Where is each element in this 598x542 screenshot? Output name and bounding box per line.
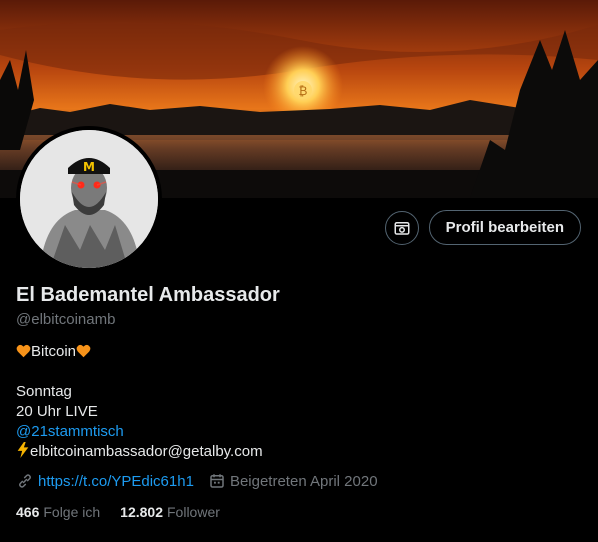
bio-line-bitcoin: Bitcoin [16,342,263,362]
following-label[interactable]: Folge ich [43,504,100,520]
bio-spacer [16,362,263,382]
profile-avatar[interactable]: M [16,126,162,272]
professional-tools-button[interactable] [384,210,419,245]
bio-mention-link[interactable]: @21stammtisch [16,422,263,442]
calendar-icon [210,474,224,488]
joined-date-item: Beigetreten April 2020 [208,472,378,490]
svg-text:M: M [83,160,95,174]
bio-bitcoin-text: Bitcoin [31,343,77,360]
profile-bio: Bitcoin Sonntag 20 Uhr LIVE @21stammtisc… [16,342,263,462]
media-tools-icon [394,221,410,235]
profile-stats: 466 Folge ich 12.802 Follower [16,504,240,520]
avatar-photo: M [20,130,158,268]
orange-heart-icon [76,344,91,358]
joined-date-text: Beigetreten April 2020 [229,472,378,490]
following-count[interactable]: 466 [16,504,39,520]
bio-lightning-address: elbitcoinambassador@getalby.com [30,443,263,460]
profile-actions: Profil bearbeiten [384,210,581,245]
bio-line-day: Sonntag [16,383,72,400]
bio-line-time: 20 Uhr LIVE [16,403,98,420]
orange-heart-icon [16,344,31,358]
profile-name: El Bademantel Ambassador [16,284,280,306]
profile-url-link[interactable]: https://t.co/YPEdic61h1 [38,473,194,490]
edit-profile-button[interactable]: Profil bearbeiten [428,210,581,245]
profile-handle: @elbitcoinamb [16,311,116,328]
link-icon [19,474,31,488]
profile-meta: https://t.co/YPEdic61h1 Beigetreten Apri… [16,472,392,490]
lightning-icon [17,442,29,458]
followers-label[interactable]: Follower [167,504,220,520]
profile-url-item: https://t.co/YPEdic61h1 [16,472,194,490]
bio-line-lightning: elbitcoinambassador@getalby.com [16,442,263,462]
followers-count[interactable]: 12.802 [120,504,163,520]
svg-text:₿: ₿ [299,84,308,98]
